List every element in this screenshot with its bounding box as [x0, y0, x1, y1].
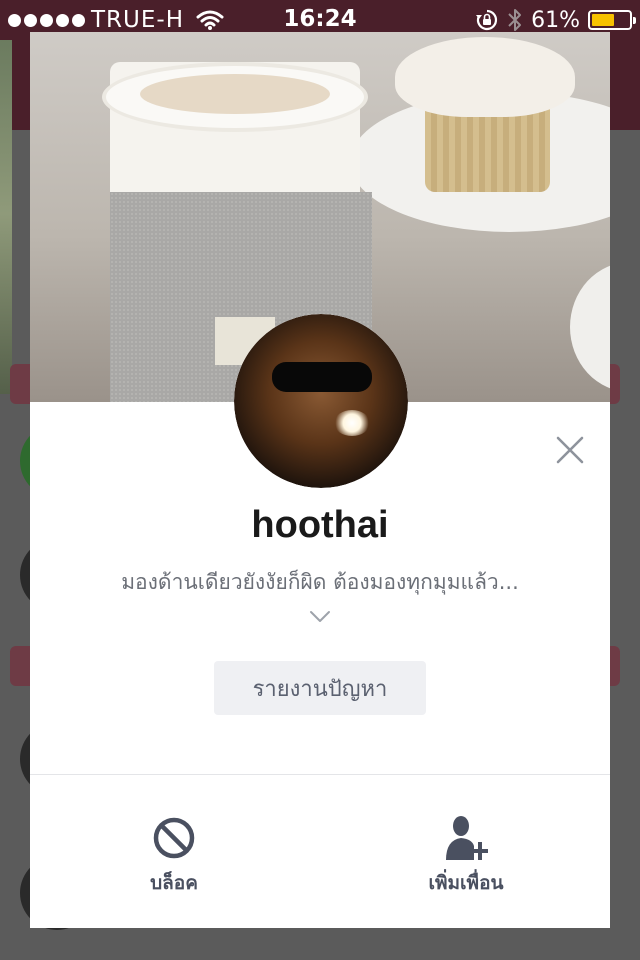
close-icon[interactable] [550, 430, 590, 470]
add-friend-icon [446, 816, 488, 860]
report-problem-button[interactable]: รายงานปัญหา [214, 661, 426, 715]
add-friend-label: เพิ่มเพื่อน [428, 872, 504, 894]
profile-card: hoothai มองด้านเดียวยังงัยก็ผิด ต้องมองท… [30, 32, 610, 928]
status-indicators: 61% [475, 7, 636, 33]
block-button[interactable]: บล็อค [74, 810, 274, 900]
block-icon [153, 817, 195, 859]
background-photo [0, 34, 12, 394]
rotation-lock-icon [476, 9, 498, 31]
bluetooth-icon [508, 9, 522, 31]
battery-percent: 61% [531, 7, 580, 33]
chevron-down-icon[interactable] [309, 610, 331, 624]
profile-status-message: มองด้านเดียวยังงัยก็ผิด ต้องมองทุกมุมแล้… [121, 570, 519, 594]
block-label: บล็อค [150, 872, 198, 894]
card-divider [30, 774, 610, 775]
add-friend-button[interactable]: เพิ่มเพื่อน [366, 810, 566, 900]
battery-icon [588, 10, 636, 30]
profile-avatar[interactable] [234, 314, 408, 488]
report-problem-label: รายงานปัญหา [252, 676, 388, 702]
profile-display-name: hoothai [251, 504, 389, 546]
battery-level-fill [592, 14, 614, 26]
